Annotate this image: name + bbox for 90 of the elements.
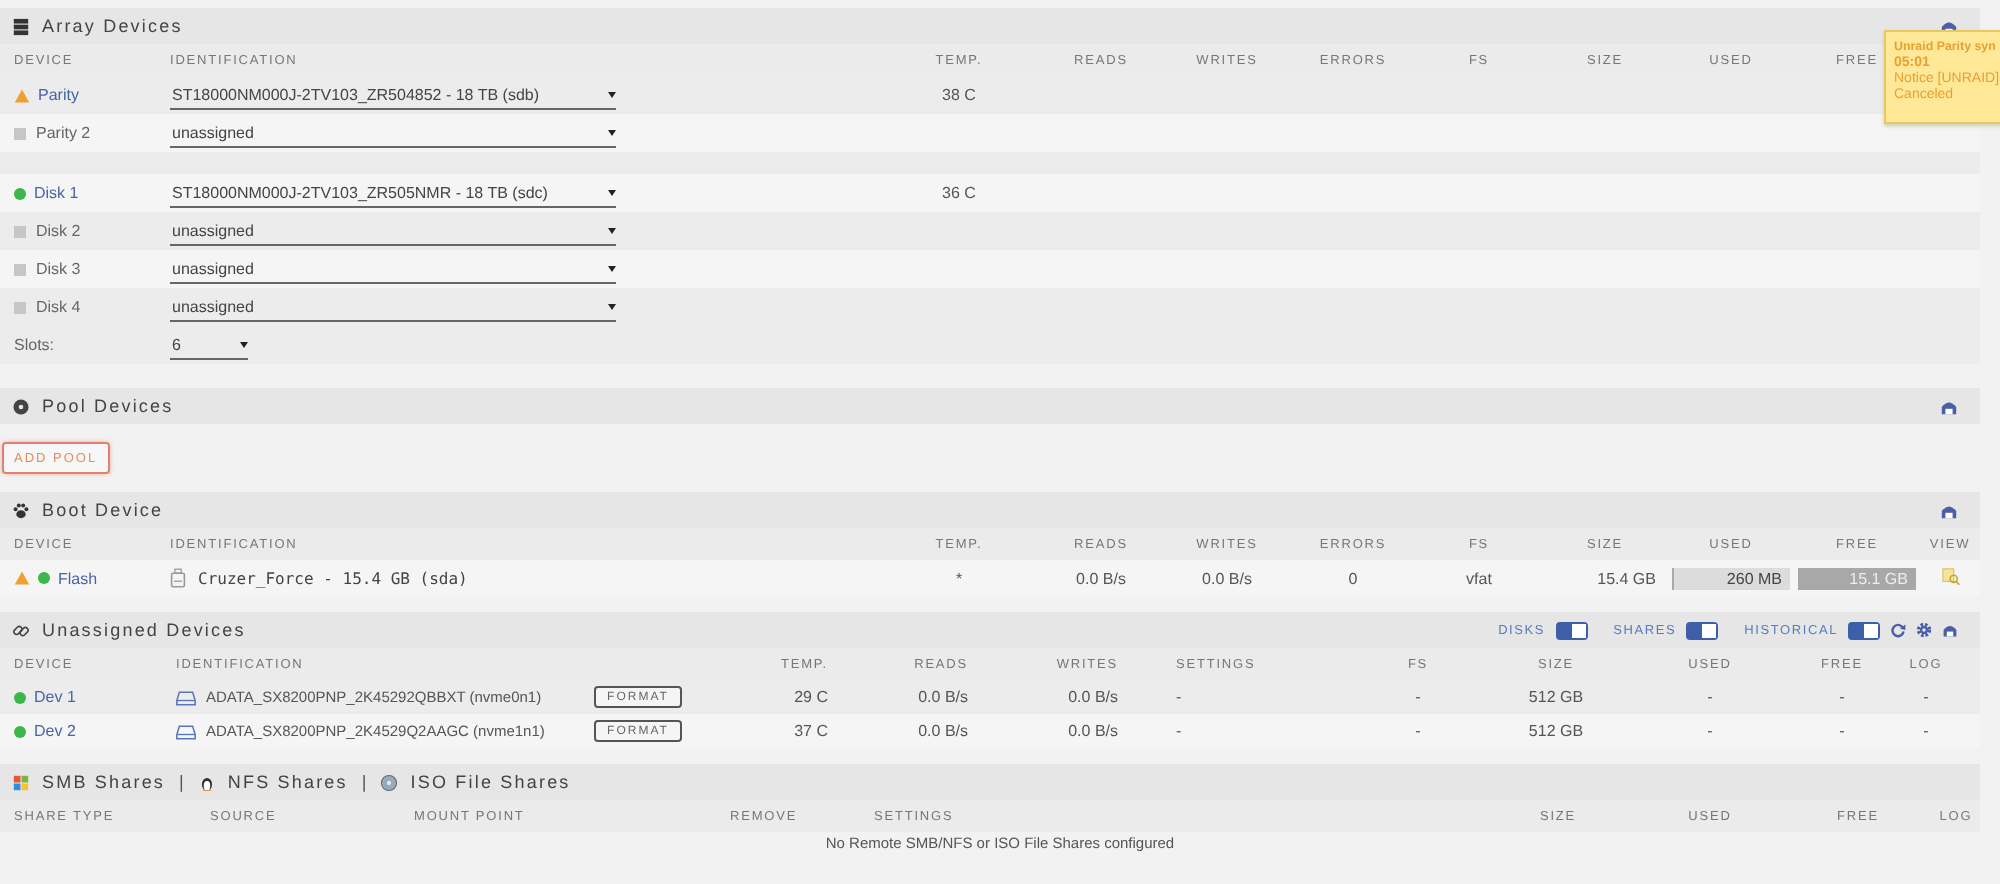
device-link[interactable]: Flash (58, 569, 98, 587)
device-link[interactable]: Disk 4 (36, 298, 81, 316)
status-square (14, 225, 26, 237)
drive-icon (176, 689, 196, 705)
table-cell-text: 0.0 B/s (916, 688, 970, 706)
table-cell-text: - (1174, 688, 1184, 706)
drive-icon (176, 723, 196, 739)
device-link[interactable]: Disk 1 (34, 184, 79, 202)
separator: | (361, 772, 367, 792)
table-cell-text: - (1174, 722, 1184, 740)
warning-icon (14, 87, 30, 103)
table-cell-text: 0.0 B/s (1200, 569, 1254, 587)
dashboard-icon[interactable] (1942, 622, 1958, 638)
status-dot (14, 187, 26, 199)
disc-icon (380, 773, 399, 791)
warning-icon (14, 570, 30, 586)
table-cell-text: 0.0 B/s (916, 722, 970, 740)
section-title: Unassigned Devices (42, 620, 246, 640)
table-cell-text: 512 GB (1526, 722, 1586, 740)
slots-select[interactable]: 6 (170, 331, 248, 359)
device-link[interactable]: Disk 3 (36, 260, 81, 278)
table-cell-text: 0.0 B/s (1066, 722, 1120, 740)
table-cell-text: 36 C (940, 184, 978, 202)
windows-icon (12, 773, 30, 791)
drive-select[interactable]: ST18000NM000J-2TV103_ZR505NMR - 18 TB (sdc) (170, 179, 616, 207)
caret-icon (608, 265, 616, 271)
refresh-icon[interactable] (1890, 622, 1906, 638)
section-title: Boot Device (42, 500, 164, 520)
table-cell-text: * (953, 569, 965, 587)
drive-select[interactable]: unassigned (170, 293, 616, 321)
device-link[interactable]: Parity (38, 86, 79, 104)
shares-tab[interactable]: SMB Shares (42, 772, 166, 792)
toggle-switch[interactable] (1555, 621, 1588, 639)
status-square (14, 127, 26, 139)
status-dot (14, 725, 26, 737)
table-cell-text: 29 C (792, 688, 830, 706)
shares-tab[interactable]: ISO File Shares (410, 772, 571, 792)
toggle-switch[interactable] (1686, 621, 1719, 639)
table-cell-text: 15.4 GB (1595, 569, 1658, 587)
usb-drive-icon (170, 568, 186, 588)
table-cell: Cruzer_Force - 15.4 GB (sda) (198, 569, 468, 587)
section-title: Pool Devices (42, 396, 174, 416)
section-title: Array Devices (42, 16, 183, 36)
table-cell-text: - (1413, 688, 1423, 706)
status-square (14, 301, 26, 313)
table-cell-text: 0 (1346, 569, 1360, 587)
status-dot (14, 691, 26, 703)
link-icon (12, 621, 30, 639)
status-square (14, 263, 26, 275)
table-cell-text: 38 C (940, 86, 978, 104)
slots-label: Slots: (12, 336, 57, 354)
device-link[interactable]: Dev 2 (34, 722, 76, 740)
device-link[interactable]: Disk 2 (36, 222, 81, 240)
device-link[interactable]: Parity 2 (36, 124, 91, 142)
caret-icon (608, 189, 616, 195)
dashboard-icon[interactable] (1940, 501, 1958, 519)
caret-icon (608, 227, 616, 233)
caret-icon (608, 129, 616, 135)
server-icon (12, 17, 30, 35)
caret-icon (240, 341, 248, 347)
drive-select[interactable]: unassigned (170, 255, 616, 283)
shares-tab[interactable]: NFS Shares (227, 772, 348, 792)
table-cell-text: - (1921, 688, 1931, 706)
drive-select[interactable]: ST18000NM000J-2TV103_ZR504852 - 18 TB (sdb) (170, 81, 616, 109)
free-space-bar: 15.1 GB (1798, 567, 1916, 589)
drive-select[interactable]: unassigned (170, 217, 616, 245)
table-cell-text: 0.0 B/s (1066, 688, 1120, 706)
table-cell-text: - (1705, 688, 1715, 706)
table-cell-text: - (1837, 688, 1847, 706)
table-cell-text: 0.0 B/s (1074, 569, 1128, 587)
caret-icon (608, 303, 616, 309)
caret-icon (608, 91, 616, 97)
table-cell-text: - (1705, 722, 1715, 740)
table-cell-text: - (1413, 722, 1423, 740)
toggle-switch[interactable] (1848, 621, 1880, 639)
penguin-icon (197, 773, 216, 791)
used-space-bar: 260 MB (1672, 567, 1790, 589)
table-cell-text: 37 C (792, 722, 830, 740)
disc-icon (12, 397, 30, 415)
status-dot (38, 572, 50, 584)
separator: | (179, 772, 184, 792)
paw-icon (12, 501, 30, 519)
device-link[interactable]: Dev 1 (34, 688, 76, 706)
settings-icon[interactable] (1916, 622, 1932, 638)
table-cell-text: - (1837, 722, 1847, 740)
table-cell-text: - (1921, 722, 1931, 740)
table-cell-text: vfat (1464, 569, 1494, 587)
table-cell-text: 512 GB (1526, 688, 1586, 706)
drive-select[interactable]: unassigned (170, 119, 616, 147)
dashboard-icon[interactable] (1940, 397, 1958, 415)
